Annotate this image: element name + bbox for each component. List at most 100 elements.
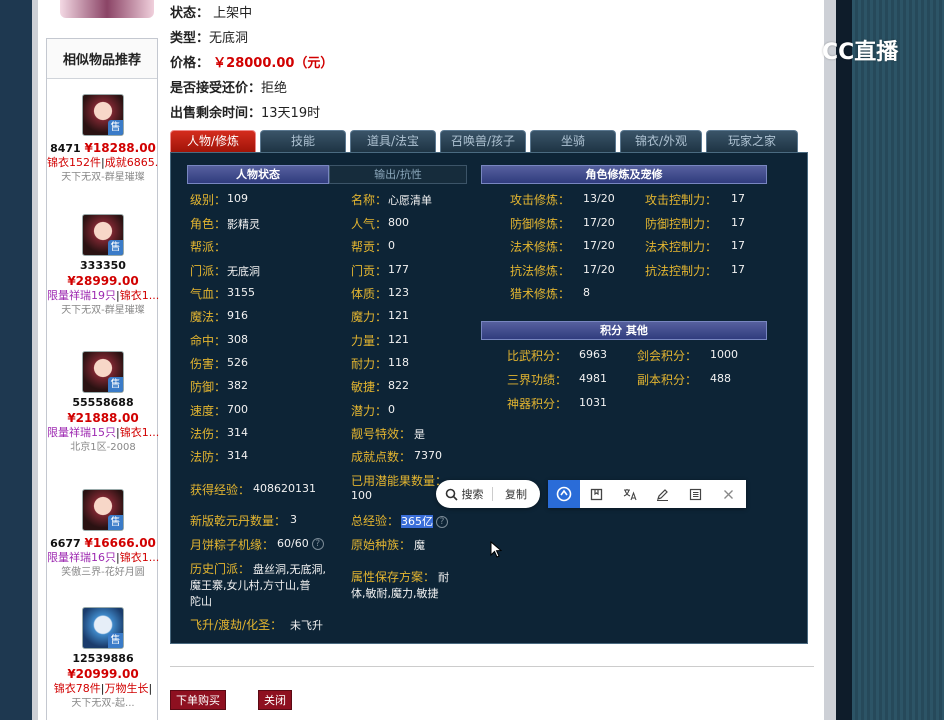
stat-label: 魔法：	[190, 310, 227, 324]
copy-button[interactable]: 复制	[493, 480, 539, 508]
item-avatar[interactable]: 售	[82, 351, 124, 393]
stat-value: 无底洞	[227, 265, 260, 278]
points-value: 1031	[579, 396, 607, 409]
item-avatar[interactable]: 售	[82, 94, 124, 136]
tab-mounts[interactable]: 坐骑	[530, 130, 616, 152]
similar-item[interactable]: 售 8471 ¥18288.00 锦衣152件|成就6865... 天下无双-群…	[47, 94, 159, 186]
tab-appearance[interactable]: 锦衣/外观	[620, 130, 702, 152]
item-tag: 锦衣1...	[119, 289, 159, 302]
control-value: 17	[731, 239, 745, 252]
stat-label: 气血：	[190, 287, 227, 301]
points-label: 三界功绩：	[507, 373, 568, 387]
total-exp-value[interactable]: 365亿	[401, 515, 433, 528]
tab-character[interactable]: 人物/修炼	[170, 130, 256, 152]
similar-item[interactable]: 售 55558688 ¥21888.00 限量祥瑞15只|锦衣1... 北京1区…	[47, 351, 159, 456]
points-value: 6963	[579, 348, 607, 361]
cultivation-label: 法术修炼：	[510, 240, 571, 254]
cultivation-value: 13/20	[583, 192, 615, 205]
cultivation-value: 8	[583, 286, 590, 299]
close-icon[interactable]	[712, 480, 745, 508]
help-icon[interactable]: ?	[311, 538, 324, 550]
stat-value: 916	[227, 309, 248, 322]
item-server: 北京1区-2008	[70, 442, 136, 453]
ai-assistant-icon[interactable]	[548, 480, 580, 508]
tab-skills[interactable]: 技能	[260, 130, 346, 152]
item-tag: 成就6865...	[104, 156, 159, 169]
type-row: 类型：无底洞	[170, 27, 248, 46]
tab-home[interactable]: 玩家之家	[706, 130, 798, 152]
help-icon[interactable]: ?	[436, 516, 448, 528]
section-cultivation: 角色修炼及宠修	[481, 165, 767, 184]
attr-plan-value: 耐	[438, 571, 449, 584]
cultivation-label: 攻击修炼：	[510, 193, 571, 207]
item-id: 333350	[80, 259, 126, 272]
stat-value: 314	[227, 426, 248, 439]
item-avatar[interactable]: 售	[82, 214, 124, 256]
sale-badge: 售	[108, 377, 123, 392]
character-avatar-top	[60, 0, 154, 18]
stat-label: 门贡：	[351, 264, 388, 278]
sale-badge: 售	[108, 633, 123, 648]
history-value: 魔王寨,女儿村,方寸山,普	[190, 579, 311, 592]
status-value: 上架中	[213, 6, 253, 21]
points-label: 副本积分：	[637, 373, 698, 387]
mooncake-label: 月饼粽子机缘：	[190, 538, 275, 552]
translate-icon[interactable]	[613, 480, 646, 508]
similar-item[interactable]: 售 6677 ¥16666.00 限量祥瑞16只|锦衣1... 笑傲三界-花好月…	[47, 489, 159, 581]
item-avatar[interactable]: 售	[82, 489, 124, 531]
stat-label: 法防：	[190, 450, 227, 464]
edit-icon[interactable]	[646, 480, 679, 508]
race-value: 魔	[414, 539, 425, 552]
notes-icon[interactable]	[679, 480, 712, 508]
item-price: ¥18288.00	[84, 141, 156, 155]
control-value: 17	[731, 192, 745, 205]
stat-value: 121	[388, 333, 409, 346]
item-server: 天下无双-群星璀璨	[61, 305, 145, 316]
stat-label: 帮派：	[190, 240, 227, 254]
left-background	[0, 0, 32, 720]
buy-button[interactable]: 下单购买	[170, 690, 226, 710]
section-output-resistance[interactable]: 输出/抗性	[329, 165, 467, 184]
search-button[interactable]: 搜索	[436, 480, 492, 508]
stat-label: 人气：	[351, 217, 388, 231]
section-character-status[interactable]: 人物状态	[187, 165, 329, 184]
stat-label: 力量：	[351, 334, 388, 348]
price-label: 价格：	[170, 56, 210, 71]
close-button[interactable]: 关闭	[258, 690, 292, 710]
item-price: ¥21888.00	[67, 411, 139, 425]
control-label: 攻击控制力：	[645, 193, 718, 207]
sale-badge: 售	[108, 240, 123, 255]
control-label: 抗法控制力：	[645, 264, 718, 278]
stat-label: 法伤：	[190, 427, 227, 441]
stat-value: 7370	[414, 449, 442, 462]
points-value: 1000	[710, 348, 738, 361]
cultivation-value: 17/20	[583, 216, 615, 229]
item-id: 12539886	[72, 652, 134, 665]
potential-label: 已用潜能果数量：	[351, 474, 448, 488]
selection-toolbar: 搜索 复制	[436, 480, 746, 508]
cc-logo-icon	[788, 35, 818, 65]
bargain-label: 是否接受还价：	[170, 81, 262, 96]
item-price: ¥20999.00	[67, 667, 139, 681]
tab-items[interactable]: 道具/法宝	[350, 130, 436, 152]
stat-value: 109	[227, 192, 248, 205]
remaining-time-row: 出售剩余时间：13天19时	[170, 102, 320, 121]
attr-plan-label: 属性保存方案：	[351, 570, 436, 584]
search-label: 搜索	[461, 488, 484, 501]
bookmark-icon[interactable]	[580, 480, 613, 508]
stat-label: 门派：	[190, 264, 227, 278]
similar-item[interactable]: 售 333350 ¥28999.00 限量祥瑞19只|锦衣1... 天下无双-群…	[47, 214, 159, 319]
similar-item[interactable]: 售 12539886 ¥20999.00 锦衣78件|万物生长| 天下无双-起.…	[47, 607, 159, 712]
bargain-row: 是否接受还价：拒绝	[170, 77, 287, 96]
points-label: 神器积分：	[507, 397, 568, 411]
mooncake-value: 60/60	[277, 537, 309, 550]
stat-label: 防御：	[190, 380, 227, 394]
item-price: ¥16666.00	[84, 536, 156, 550]
item-id: 8471	[50, 142, 81, 155]
item-avatar[interactable]: 售	[82, 607, 124, 649]
sale-badge: 售	[108, 515, 123, 530]
item-tag: 锦衣1...	[119, 426, 159, 439]
stat-value: 822	[388, 379, 409, 392]
remaining-time-value: 13天19时	[261, 106, 321, 121]
tab-summons[interactable]: 召唤兽/孩子	[440, 130, 526, 152]
